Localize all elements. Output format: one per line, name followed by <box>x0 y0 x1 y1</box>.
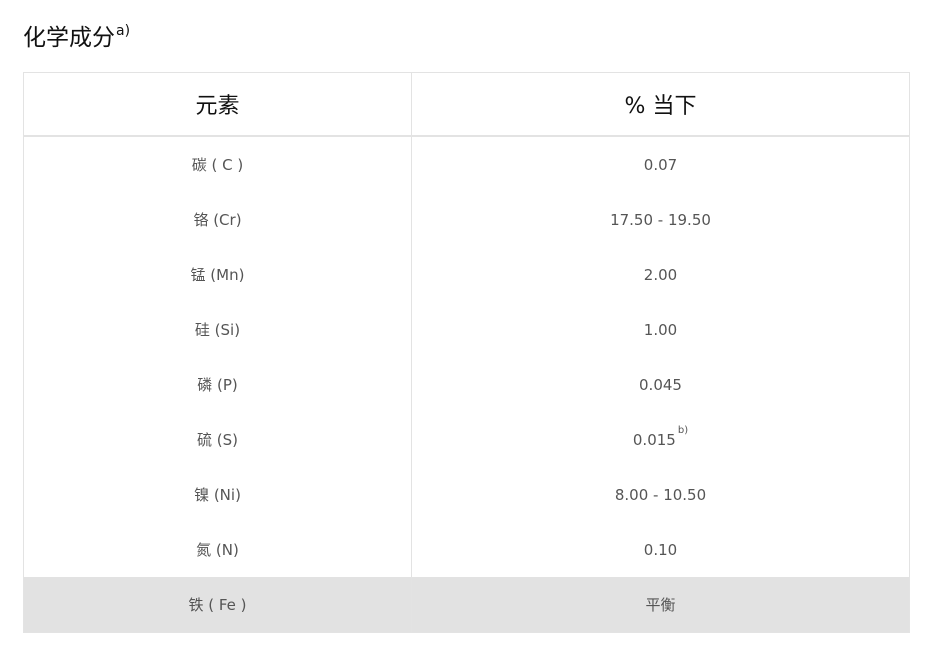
section-title: 化学成分a) <box>23 22 130 57</box>
table-header-row: 元素 % 当下 <box>23 72 910 137</box>
element-cell: 铁 ( Fe ) <box>23 577 412 633</box>
value-text: 0.015 <box>632 430 676 449</box>
table-row: 铬 (Cr) 17.50 - 19.50 <box>23 192 910 247</box>
value-cell: 0.015b) <box>411 412 910 467</box>
value-text: 0.045 <box>639 375 682 394</box>
chemical-composition-table: 元素 % 当下 碳 ( C ) 0.07 铬 (Cr) 17.50 - 19.5… <box>23 72 910 633</box>
value-cell: 0.045 <box>411 357 910 412</box>
value-cell: 2.00 <box>411 247 910 302</box>
element-cell: 锰 (Mn) <box>23 247 412 302</box>
table-row: 氮 (N) 0.10 <box>23 522 910 577</box>
table-row: 镍 (Ni) 8.00 - 10.50 <box>23 467 910 522</box>
table-row: 磷 (P) 0.045 <box>23 357 910 412</box>
value-text: 0.10 <box>643 540 678 559</box>
value-cell: 17.50 - 19.50 <box>411 192 910 247</box>
table-row: 硫 (S) 0.015b) <box>23 412 910 467</box>
value-text: 1.00 <box>643 320 678 339</box>
value-text: 8.00 - 10.50 <box>614 485 707 504</box>
element-cell: 硅 (Si) <box>23 302 412 357</box>
header-percent: % 当下 <box>411 72 910 137</box>
value-cell: 平衡 <box>411 577 910 633</box>
section-title-text: 化学成分 <box>23 25 115 51</box>
value-footnote: b) <box>677 424 689 436</box>
table-row: 锰 (Mn) 2.00 <box>23 247 910 302</box>
section-title-footnote: a) <box>116 23 131 39</box>
table-row: 硅 (Si) 1.00 <box>23 302 910 357</box>
table-row: 碳 ( C ) 0.07 <box>23 136 910 192</box>
element-cell: 磷 (P) <box>23 357 412 412</box>
element-cell: 碳 ( C ) <box>23 136 412 192</box>
element-cell: 氮 (N) <box>23 522 412 577</box>
value-text: 2.00 <box>643 265 678 284</box>
element-cell: 铬 (Cr) <box>23 192 412 247</box>
element-cell: 硫 (S) <box>23 412 412 467</box>
value-cell: 0.07 <box>411 136 910 192</box>
value-cell: 0.10 <box>411 522 910 577</box>
value-text: 17.50 - 19.50 <box>610 210 711 229</box>
value-text: 平衡 <box>645 596 676 614</box>
table-row-balance: 铁 ( Fe ) 平衡 <box>23 577 910 633</box>
value-cell: 8.00 - 10.50 <box>411 467 910 522</box>
header-element: 元素 <box>23 72 412 137</box>
value-text: 0.07 <box>643 155 678 174</box>
value-cell: 1.00 <box>411 302 910 357</box>
element-cell: 镍 (Ni) <box>23 467 412 522</box>
